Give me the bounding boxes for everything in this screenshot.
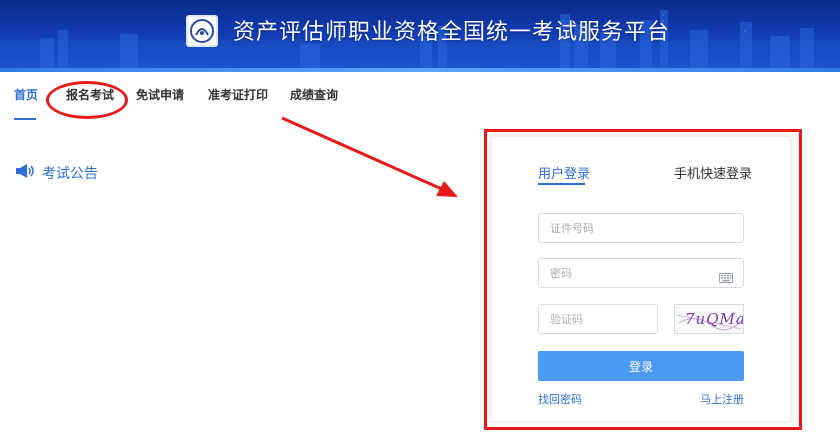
captcha-text: 7uQMa (685, 310, 744, 328)
password-input[interactable] (539, 259, 743, 287)
megaphone-icon (14, 163, 36, 183)
nav-item-exemption[interactable]: 免试申请 (136, 86, 184, 103)
forgot-password-link[interactable]: 找回密码 (538, 391, 582, 407)
id-number-field (538, 213, 744, 243)
nav-item-register-exam[interactable]: 报名考试 (66, 86, 114, 103)
captcha-field (538, 304, 658, 334)
tab-phone-login[interactable]: 手机快速登录 (674, 163, 752, 182)
announcement-label: 考试公告 (42, 166, 98, 182)
tab-active-indicator (538, 183, 585, 185)
nav-item-admission-ticket[interactable]: 准考证打印 (208, 86, 268, 103)
register-link[interactable]: 马上注册 (700, 391, 744, 407)
page-title: 资产评估师职业资格全国统一考试服务平台 (233, 20, 671, 45)
captcha-image[interactable]: 7uQMa (674, 304, 744, 334)
nav-active-indicator (14, 118, 36, 120)
tab-user-login[interactable]: 用户登录 (538, 163, 590, 182)
keyboard-icon[interactable] (719, 268, 733, 287)
nav-item-score-query[interactable]: 成绩查询 (290, 86, 338, 103)
header-divider (0, 68, 840, 72)
login-button[interactable]: 登录 (538, 351, 744, 381)
nav-item-home[interactable]: 首页 (14, 86, 38, 103)
id-number-input[interactable] (539, 214, 743, 242)
captcha-input[interactable] (539, 305, 657, 333)
password-field (538, 258, 744, 288)
header-banner: 资产评估师职业资格全国统一考试服务平台 (0, 0, 840, 68)
announcement-header[interactable]: 考试公告 (14, 163, 98, 183)
association-logo-icon (186, 15, 218, 47)
login-panel: 用户登录 手机快速登录 7uQMa 登录 找回密码 马上注册 (491, 136, 791, 422)
